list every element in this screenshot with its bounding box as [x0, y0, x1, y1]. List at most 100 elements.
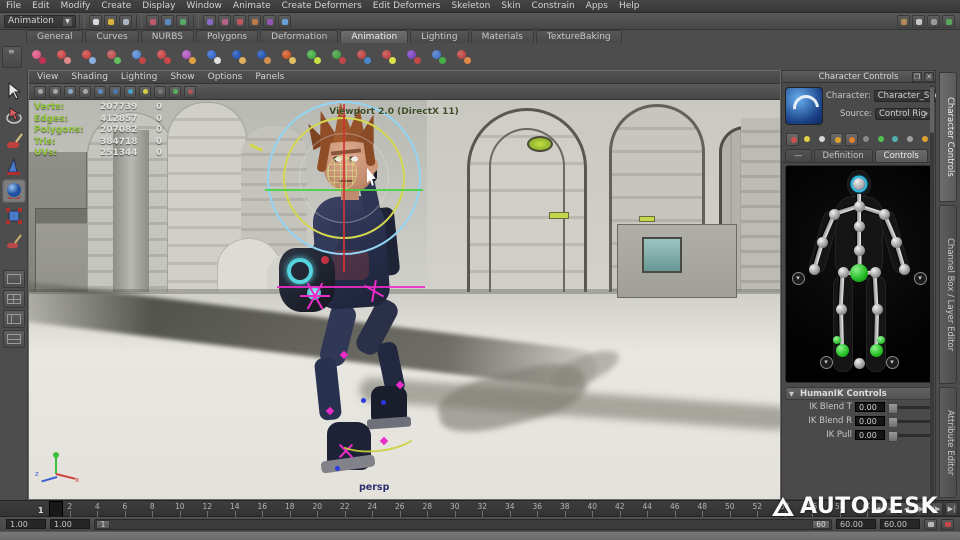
skeleton-mode-icon[interactable]: [815, 133, 828, 146]
step-back-frame-button[interactable]: ◀: [900, 502, 913, 516]
shelf-tab-polygons[interactable]: Polygons: [196, 30, 259, 43]
lights-icon[interactable]: [139, 85, 151, 98]
bookmark-icon[interactable]: [79, 85, 91, 98]
layout-pane-outliner[interactable]: [2, 310, 25, 328]
menu-edit[interactable]: Edit: [32, 1, 49, 11]
shelf-tab-curves[interactable]: Curves: [85, 30, 139, 43]
snap-grid-icon[interactable]: [203, 14, 216, 28]
scale-tool[interactable]: [2, 204, 26, 228]
shelf-tab-texturebaking[interactable]: TextureBaking: [535, 30, 622, 43]
right-hip-effector[interactable]: [869, 266, 881, 278]
character-set-icon[interactable]: [924, 518, 937, 530]
menu-skin[interactable]: Skin: [501, 1, 520, 11]
ik-field-value[interactable]: 0.00: [855, 402, 885, 412]
perspective-viewport[interactable]: View Shading Lighting Show Options Panels: [28, 70, 781, 500]
motion-blur-icon[interactable]: [184, 85, 196, 98]
hik-character-icon[interactable]: [228, 46, 250, 68]
float-panel-icon[interactable]: ❐: [912, 72, 922, 82]
hik-skeleton-icon[interactable]: [203, 46, 225, 68]
vp-menu-shading[interactable]: Shading: [71, 72, 108, 82]
ik-field-value[interactable]: 0.00: [855, 416, 885, 426]
image-plane-icon[interactable]: [94, 85, 106, 98]
time-slider-track[interactable]: 1 2 4 6 8 10 12 14 16 18 20 22 24 26 28 30 32 34 36 38 40 42…: [0, 501, 876, 518]
viewport-canvas[interactable]: Verts: 207739 0 Edges: 412857 0 Polygons: 20708…: [29, 100, 780, 499]
menu-file[interactable]: File: [6, 1, 21, 11]
breakdown-key-icon[interactable]: [403, 46, 425, 68]
hips-effector[interactable]: [850, 264, 868, 282]
bottom-center-effector[interactable]: [853, 357, 865, 369]
animation-end-field[interactable]: 60.00: [836, 519, 876, 529]
shelf-menu-widget[interactable]: [2, 46, 22, 68]
select-tool[interactable]: [2, 79, 26, 103]
vp-menu-lighting[interactable]: Lighting: [121, 72, 157, 82]
spine-effector[interactable]: [853, 244, 865, 256]
right-wrist-effector[interactable]: [898, 263, 910, 275]
ik-field-slider[interactable]: [888, 416, 931, 428]
shelf-tab-lighting[interactable]: Lighting: [410, 30, 469, 43]
ik-handle-icon[interactable]: [78, 46, 100, 68]
select-camera-icon[interactable]: [34, 85, 46, 98]
select-hierarchy-icon[interactable]: [146, 14, 159, 28]
layout-single-pane[interactable]: [2, 270, 25, 288]
textured-display-icon[interactable]: [124, 85, 136, 98]
mirror-joint-icon[interactable]: [153, 46, 175, 68]
screen-ao-icon[interactable]: [169, 85, 181, 98]
hik-body-map[interactable]: ▾ ▾ ▾ ▾: [785, 165, 932, 383]
key-rotate-icon[interactable]: [353, 46, 375, 68]
go-to-stance-icon[interactable]: [904, 133, 917, 146]
left-ankle-effector[interactable]: [835, 343, 849, 357]
panel-scrollbar[interactable]: [930, 85, 934, 497]
vp-menu-options[interactable]: Options: [208, 72, 243, 82]
select-object-icon[interactable]: [161, 14, 174, 28]
shelf-tab-animation[interactable]: Animation: [340, 30, 409, 43]
auto-keyframe-icon[interactable]: [941, 518, 954, 530]
menu-constrain[interactable]: Constrain: [532, 1, 575, 11]
cc-tab-—[interactable]: —: [785, 149, 812, 162]
shelf-tab-nurbs[interactable]: NURBS: [140, 30, 195, 43]
paint-skin-weights-icon[interactable]: [278, 46, 300, 68]
left-leg-expand-icon[interactable]: ▾: [819, 355, 833, 369]
render-settings-icon[interactable]: [897, 14, 910, 28]
camera-attributes-icon[interactable]: [64, 85, 76, 98]
right-knee-effector[interactable]: [871, 303, 883, 315]
menu-window[interactable]: Window: [186, 1, 222, 11]
menu-modify[interactable]: Modify: [61, 1, 91, 11]
key-scale-icon[interactable]: [378, 46, 400, 68]
rig-curve-chest-line[interactable]: [277, 286, 425, 288]
menu-create[interactable]: Create: [101, 1, 131, 11]
stance-pose-icon[interactable]: [860, 133, 873, 146]
insert-joint-icon[interactable]: [128, 46, 150, 68]
left-toe-effector[interactable]: [833, 336, 841, 344]
left-shoulder-effector[interactable]: [828, 208, 840, 220]
left-arm-expand-icon[interactable]: ▾: [791, 271, 805, 285]
menu-apps[interactable]: Apps: [586, 1, 608, 11]
pencil-edit-icon[interactable]: [801, 133, 814, 146]
selection-mode-icon[interactable]: [844, 132, 858, 146]
save-scene-icon[interactable]: [119, 14, 132, 28]
close-icon[interactable]: ✕: [924, 72, 934, 82]
set-key-icon[interactable]: [303, 46, 325, 68]
menu-edit-deformers[interactable]: Edit Deformers: [373, 1, 441, 11]
humanik-controls-header[interactable]: HumanIK Controls: [785, 387, 932, 400]
range-start-handle[interactable]: 1: [96, 519, 110, 529]
playback-start-field[interactable]: 1.00: [6, 519, 46, 529]
right-tab-channel-box-layer-editor[interactable]: Channel Box / Layer Editor: [939, 204, 957, 384]
step-forward-frame-button[interactable]: |▶: [930, 502, 943, 516]
snap-curve-icon[interactable]: [218, 14, 231, 28]
menu-help[interactable]: Help: [619, 1, 640, 11]
menuset-dropdown[interactable]: Animation ▼: [4, 14, 76, 28]
ik-field-slider[interactable]: [888, 430, 931, 442]
head-effector[interactable]: [853, 178, 865, 190]
go-to-start-button[interactable]: |◀: [870, 502, 883, 516]
create-character-icon[interactable]: [28, 46, 50, 68]
menu-animate[interactable]: Animate: [233, 1, 271, 11]
vp-menu-show[interactable]: Show: [170, 72, 194, 82]
current-frame-marker[interactable]: [49, 501, 63, 518]
ik-field-value[interactable]: 0.00: [855, 430, 885, 440]
paint-select-tool[interactable]: [2, 129, 26, 153]
time-slider[interactable]: 1 2 4 6 8 10 12 14 16 18 20 22 24 26 28 30 32 34 36 38 40 42…: [0, 500, 960, 518]
left-wrist-effector[interactable]: [808, 263, 820, 275]
highlight-mode-icon[interactable]: [942, 14, 955, 28]
layout-four-pane[interactable]: [2, 290, 25, 308]
animation-start-field[interactable]: 1.00: [50, 519, 90, 529]
